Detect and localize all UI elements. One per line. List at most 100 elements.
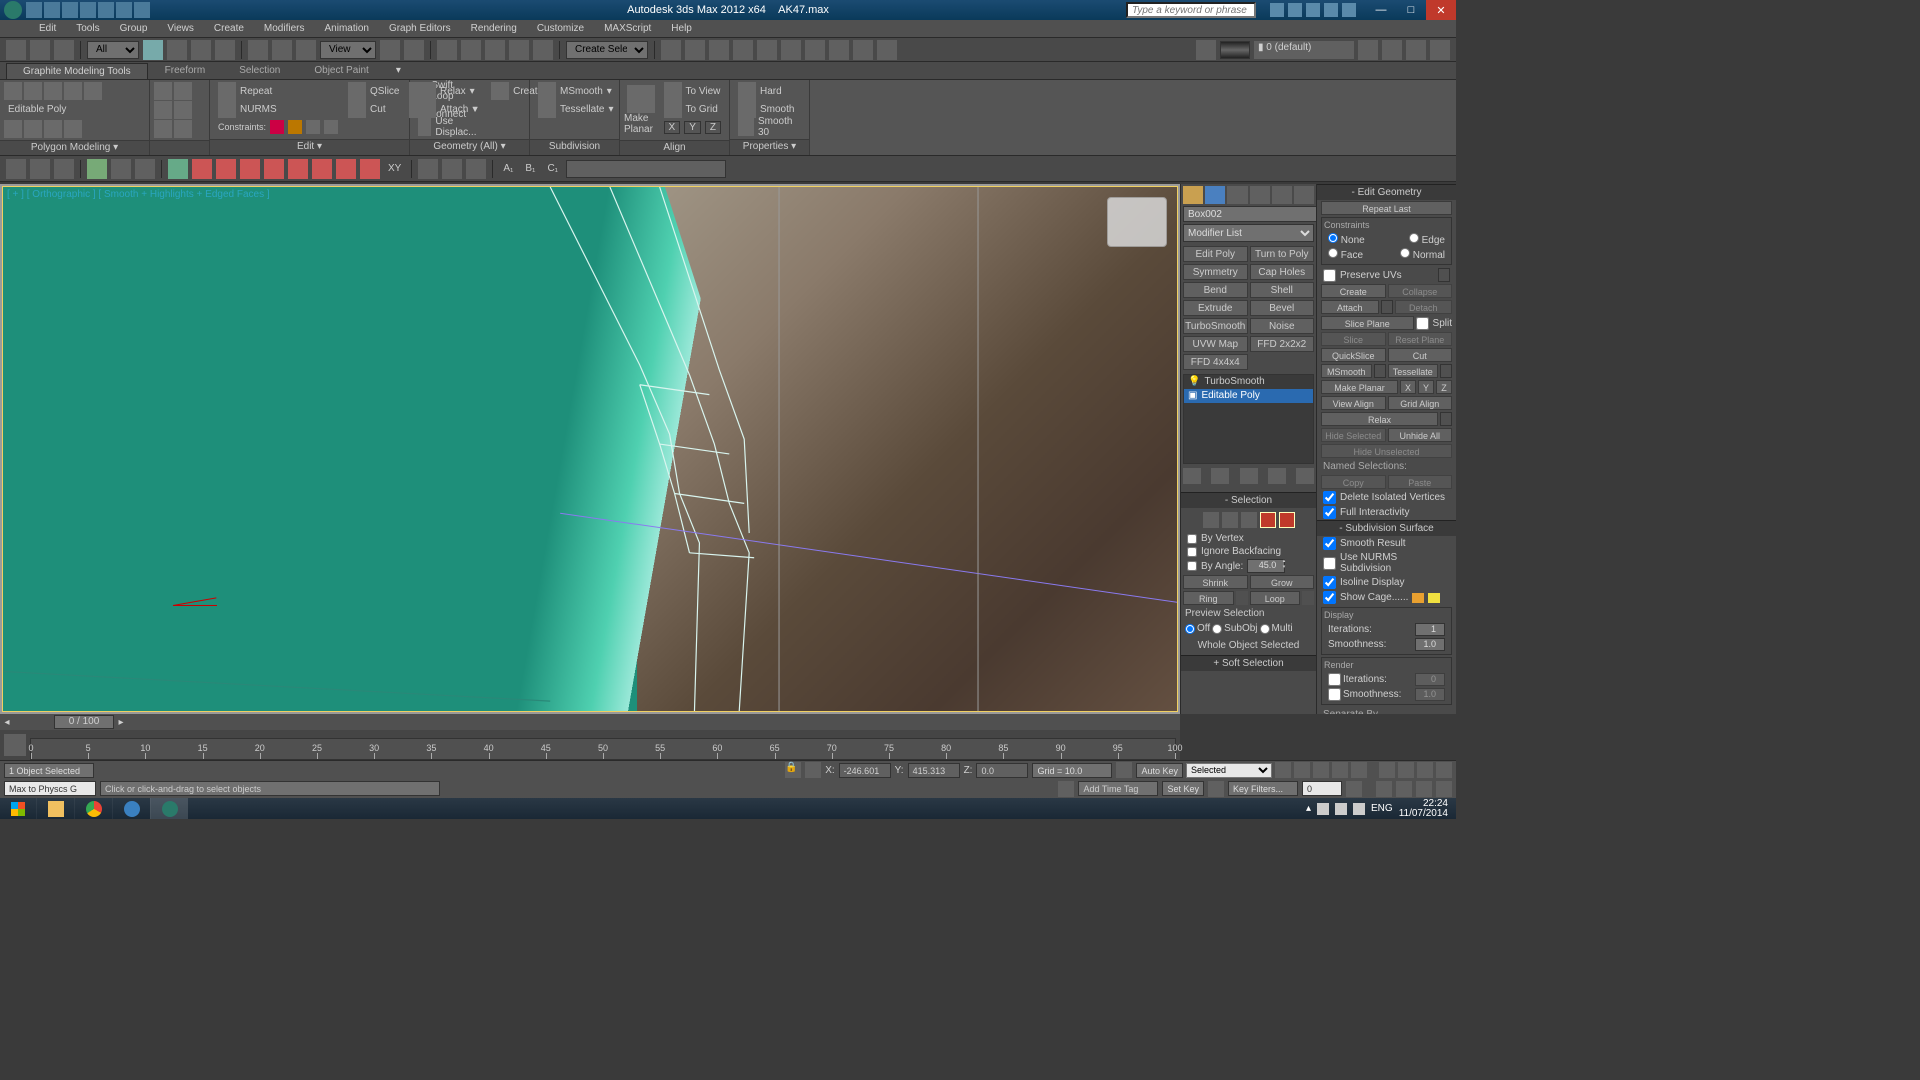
- new-material-icon[interactable]: [1382, 40, 1402, 60]
- byangle-checkbox[interactable]: [1187, 561, 1197, 571]
- autokey-button[interactable]: Auto Key: [1136, 763, 1183, 778]
- makeplanar-button[interactable]: Make Planar: [624, 82, 658, 138]
- viewcube[interactable]: [1107, 197, 1167, 247]
- adaptive-degradation-icon[interactable]: [1116, 762, 1132, 778]
- constraint-normal-icon[interactable]: [324, 120, 338, 134]
- viewport-nav-1-icon[interactable]: [1379, 762, 1395, 778]
- menu-edit[interactable]: Edit: [30, 21, 65, 36]
- label-c[interactable]: C₁: [543, 163, 562, 174]
- mod-shell-button[interactable]: Shell: [1250, 282, 1315, 298]
- select-region-icon[interactable]: [191, 40, 211, 60]
- maximize-button[interactable]: □: [1396, 0, 1426, 20]
- manipulate-icon[interactable]: [404, 40, 424, 60]
- planar-z-button[interactable]: Z: [1436, 380, 1452, 394]
- softsel-rollout-head[interactable]: + Soft Selection: [1181, 655, 1316, 671]
- shrink-button[interactable]: Shrink: [1183, 575, 1248, 589]
- stack-item-turbosmooth[interactable]: 💡TurboSmooth: [1184, 375, 1313, 389]
- align-z-button[interactable]: Z: [705, 121, 721, 134]
- axis-z-icon[interactable]: [240, 159, 260, 179]
- modify-tab[interactable]: [1205, 186, 1225, 204]
- setkey-button[interactable]: Set Key: [1162, 781, 1204, 796]
- viewport-nav-8-icon[interactable]: [1436, 781, 1452, 797]
- coord-z[interactable]: 0.0: [976, 763, 1028, 778]
- tray-network-icon[interactable]: [1335, 803, 1347, 815]
- mod-bend-button[interactable]: Bend: [1183, 282, 1248, 298]
- show-cage-icon[interactable]: [64, 120, 82, 138]
- preview-off-radio[interactable]: Off: [1185, 623, 1210, 634]
- disp-iter-spinner[interactable]: 1: [1415, 623, 1445, 636]
- next-mod-icon[interactable]: [24, 120, 42, 138]
- render-smooth-checkbox[interactable]: [1328, 688, 1341, 701]
- menu-modifiers[interactable]: Modifiers: [255, 21, 314, 36]
- refcoord-dropdown[interactable]: View: [320, 41, 376, 59]
- app-logo[interactable]: [4, 1, 22, 19]
- delete-material-icon[interactable]: [1406, 40, 1426, 60]
- vertex-icon[interactable]: [4, 82, 22, 100]
- snap-icon[interactable]: [437, 40, 457, 60]
- menu-rendering[interactable]: Rendering: [462, 21, 526, 36]
- paint-tool-1-icon[interactable]: [418, 159, 438, 179]
- stack-item-editablepoly[interactable]: ▣Editable Poly: [1184, 389, 1313, 403]
- material-options-icon[interactable]: [1430, 40, 1450, 60]
- undo-icon[interactable]: [6, 40, 26, 60]
- align-icon[interactable]: [685, 40, 705, 60]
- panel-label-polymodel[interactable]: Polygon Modeling ▾: [0, 140, 149, 155]
- select-name-icon[interactable]: [167, 40, 187, 60]
- menu-views[interactable]: Views: [158, 21, 203, 36]
- named-selset-dropdown[interactable]: Create Selection Se: [566, 41, 648, 59]
- window-crossing-icon[interactable]: [215, 40, 235, 60]
- lock-icon[interactable]: 🔒: [785, 762, 801, 778]
- menu-help[interactable]: Help: [662, 21, 701, 36]
- gridalign-button[interactable]: Grid Align: [1388, 396, 1453, 410]
- time-prev-icon[interactable]: ◂: [0, 717, 14, 728]
- smoothresult-checkbox[interactable]: [1323, 537, 1336, 550]
- spinner-snap-icon[interactable]: [509, 40, 529, 60]
- menu-customize[interactable]: Customize: [528, 21, 593, 36]
- selection-rollout-head[interactable]: - Selection: [1181, 492, 1316, 508]
- msmooth-button[interactable]: MSmooth ▾: [534, 82, 618, 100]
- panel-label-edit[interactable]: Edit ▾: [210, 139, 409, 155]
- unhideall-button[interactable]: Unhide All: [1388, 428, 1453, 442]
- rotate-icon[interactable]: [272, 40, 292, 60]
- help-search-input[interactable]: [1126, 2, 1256, 18]
- poly-draw-icon[interactable]: [174, 101, 192, 119]
- axis-gizmo[interactable]: [173, 587, 233, 617]
- favorites-icon[interactable]: [1324, 3, 1338, 17]
- ribbon-tab-selection[interactable]: Selection: [222, 62, 297, 79]
- mod-symmetry-button[interactable]: Symmetry: [1183, 264, 1248, 280]
- assign-material-icon[interactable]: [1358, 40, 1378, 60]
- constraint-edge-icon[interactable]: [288, 120, 302, 134]
- mod-turbosmooth-button[interactable]: TurboSmooth: [1183, 318, 1248, 334]
- link-icon[interactable]: [54, 40, 74, 60]
- coord-y[interactable]: 415.313: [908, 763, 960, 778]
- time-config-icon[interactable]: [1346, 781, 1362, 797]
- preview-subobj-radio[interactable]: SubObj: [1212, 623, 1257, 634]
- sel-polygon-icon[interactable]: [1260, 512, 1276, 528]
- minimize-button[interactable]: —: [1366, 0, 1396, 20]
- planar-x-button[interactable]: X: [1400, 380, 1416, 394]
- smooth30-button[interactable]: Smooth 30: [734, 118, 805, 136]
- ignoreback-checkbox[interactable]: [1187, 547, 1197, 557]
- preserveuv-setting-button[interactable]: [1438, 268, 1450, 282]
- isolate-icon[interactable]: [87, 159, 107, 179]
- planar-y-button[interactable]: Y: [1418, 380, 1434, 394]
- ribbon-tab-graphite[interactable]: Graphite Modeling Tools: [6, 63, 148, 79]
- disp-smooth-spinner[interactable]: 1.0: [1415, 638, 1445, 651]
- axis-x-icon[interactable]: [192, 159, 212, 179]
- time-ruler[interactable]: 0510152025303540455055606570758085909510…: [30, 738, 1176, 760]
- ring-spinner[interactable]: [1236, 591, 1248, 605]
- exchange-icon[interactable]: [1306, 3, 1320, 17]
- repeat-button[interactable]: Repeat: [214, 82, 342, 100]
- create-tab[interactable]: [1183, 186, 1203, 204]
- timetag-icon[interactable]: [1058, 781, 1074, 797]
- ring-button[interactable]: Ring: [1183, 591, 1234, 605]
- material-name-field[interactable]: ▮ 0 (default): [1254, 41, 1354, 59]
- sliceplane-button[interactable]: Slice Plane: [1321, 316, 1414, 330]
- relax-button[interactable]: Relax ▾: [414, 82, 485, 100]
- usenurms-checkbox[interactable]: [1323, 557, 1336, 570]
- object-name-input[interactable]: [1183, 206, 1316, 222]
- element-icon[interactable]: [84, 82, 102, 100]
- modify-selection-icon[interactable]: [154, 82, 172, 100]
- qat-open-icon[interactable]: [44, 2, 60, 18]
- cage-color-2[interactable]: [1428, 593, 1440, 603]
